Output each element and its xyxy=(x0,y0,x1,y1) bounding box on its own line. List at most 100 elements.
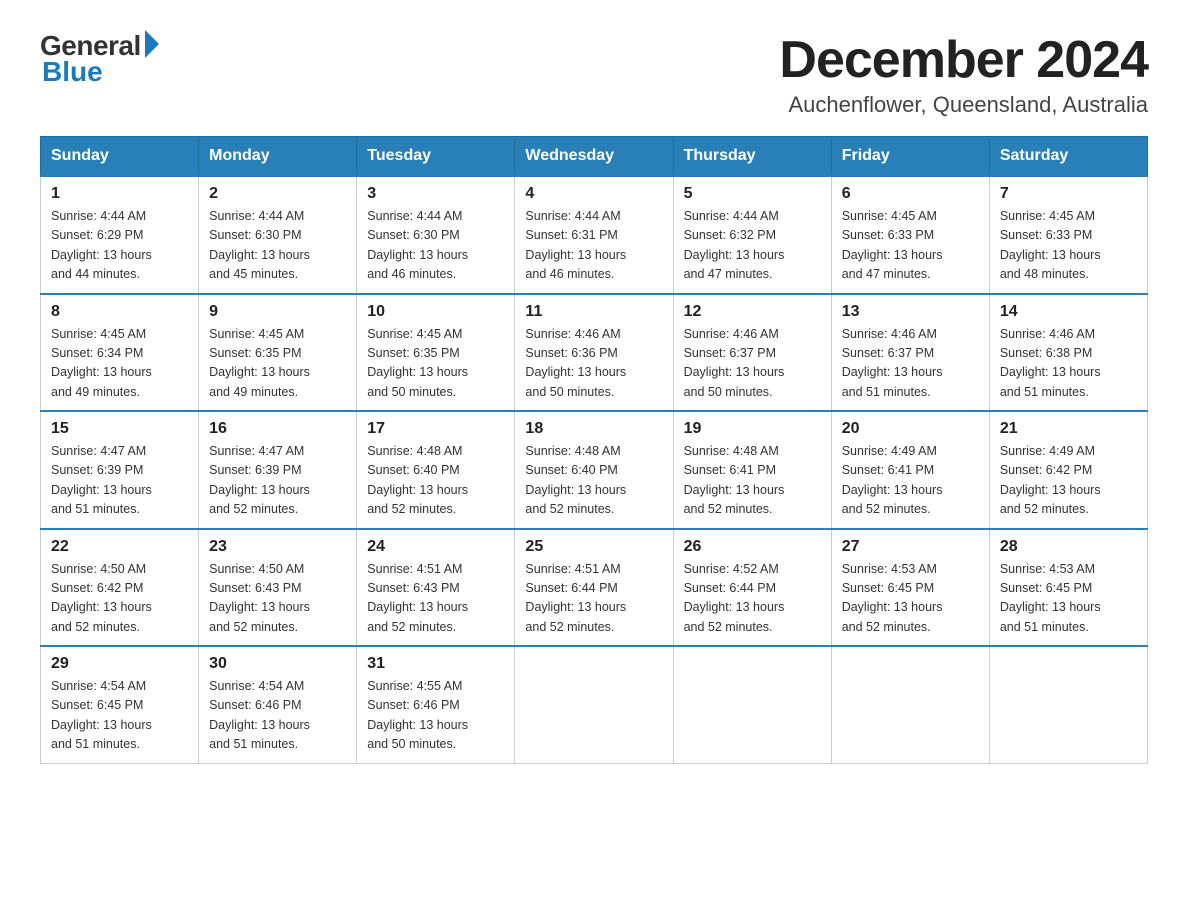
day-number: 16 xyxy=(209,420,346,438)
calendar-cell: 6Sunrise: 4:45 AMSunset: 6:33 PMDaylight… xyxy=(831,176,989,294)
day-info: Sunrise: 4:54 AMSunset: 6:45 PMDaylight:… xyxy=(51,677,188,755)
calendar-cell: 23 Sunrise: 4:50 AMSunset: 6:43 PMDayligh… xyxy=(199,529,357,647)
calendar-cell: 17Sunrise: 4:48 AMSunset: 6:40 PMDayligh… xyxy=(357,411,515,529)
day-info: Sunrise: 4:48 AMSunset: 6:41 PMDaylight:… xyxy=(684,442,821,520)
day-info: Sunrise: 4:48 AMSunset: 6:40 PMDaylight:… xyxy=(525,442,662,520)
day-number: 8 xyxy=(51,303,188,321)
day-info: Sunrise: 4:47 AMSunset: 6:39 PMDaylight:… xyxy=(209,442,346,520)
day-number: 13 xyxy=(842,303,979,321)
calendar-week-row: 15Sunrise: 4:47 AMSunset: 6:39 PMDayligh… xyxy=(41,411,1148,529)
calendar-cell: 29 Sunrise: 4:54 AMSunset: 6:45 PMDayligh… xyxy=(41,646,199,763)
calendar-cell: 8 Sunrise: 4:45 AMSunset: 6:34 PMDaylight… xyxy=(41,294,199,412)
day-number: 28 xyxy=(1000,538,1137,556)
day-info: Sunrise: 4:44 AMSunset: 6:31 PMDaylight:… xyxy=(525,207,662,285)
day-info: Sunrise: 4:49 AMSunset: 6:41 PMDaylight:… xyxy=(842,442,979,520)
day-info: Sunrise: 4:46 AMSunset: 6:37 PMDaylight:… xyxy=(684,325,821,403)
day-info: Sunrise: 4:44 AMSunset: 6:30 PMDaylight:… xyxy=(367,207,504,285)
day-number: 11 xyxy=(525,303,662,321)
calendar-cell: 22 Sunrise: 4:50 AMSunset: 6:42 PMDayligh… xyxy=(41,529,199,647)
day-info: Sunrise: 4:48 AMSunset: 6:40 PMDaylight:… xyxy=(367,442,504,520)
day-info: Sunrise: 4:46 AMSunset: 6:38 PMDaylight:… xyxy=(1000,325,1137,403)
calendar-cell: 11 Sunrise: 4:46 AMSunset: 6:36 PMDayligh… xyxy=(515,294,673,412)
day-number: 10 xyxy=(367,303,504,321)
calendar-cell: 2 Sunrise: 4:44 AMSunset: 6:30 PMDaylight… xyxy=(199,176,357,294)
calendar-cell: 10 Sunrise: 4:45 AMSunset: 6:35 PMDayligh… xyxy=(357,294,515,412)
day-number: 3 xyxy=(367,185,504,203)
calendar-cell: 15Sunrise: 4:47 AMSunset: 6:39 PMDayligh… xyxy=(41,411,199,529)
logo-blue-text: Blue xyxy=(42,56,103,88)
calendar-header-tuesday: Tuesday xyxy=(357,137,515,177)
day-info: Sunrise: 4:54 AMSunset: 6:46 PMDaylight:… xyxy=(209,677,346,755)
day-info: Sunrise: 4:46 AMSunset: 6:37 PMDaylight:… xyxy=(842,325,979,403)
day-number: 24 xyxy=(367,538,504,556)
day-info: Sunrise: 4:45 AMSunset: 6:35 PMDaylight:… xyxy=(209,325,346,403)
day-info: Sunrise: 4:44 AMSunset: 6:32 PMDaylight:… xyxy=(684,207,821,285)
page-header: General Blue December 2024 Auchenflower,… xyxy=(40,30,1148,118)
day-info: Sunrise: 4:50 AMSunset: 6:42 PMDaylight:… xyxy=(51,560,188,638)
calendar-cell: 26Sunrise: 4:52 AMSunset: 6:44 PMDayligh… xyxy=(673,529,831,647)
calendar-cell xyxy=(673,646,831,763)
day-number: 31 xyxy=(367,655,504,673)
calendar-header-saturday: Saturday xyxy=(989,137,1147,177)
day-info: Sunrise: 4:53 AMSunset: 6:45 PMDaylight:… xyxy=(1000,560,1137,638)
day-info: Sunrise: 4:45 AMSunset: 6:33 PMDaylight:… xyxy=(1000,207,1137,285)
day-info: Sunrise: 4:53 AMSunset: 6:45 PMDaylight:… xyxy=(842,560,979,638)
day-number: 9 xyxy=(209,303,346,321)
calendar-cell: 30 Sunrise: 4:54 AMSunset: 6:46 PMDayligh… xyxy=(199,646,357,763)
day-info: Sunrise: 4:44 AMSunset: 6:29 PMDaylight:… xyxy=(51,207,188,285)
calendar-cell: 13 Sunrise: 4:46 AMSunset: 6:37 PMDayligh… xyxy=(831,294,989,412)
calendar-cell: 21Sunrise: 4:49 AMSunset: 6:42 PMDayligh… xyxy=(989,411,1147,529)
calendar-cell: 28 Sunrise: 4:53 AMSunset: 6:45 PMDayligh… xyxy=(989,529,1147,647)
day-number: 4 xyxy=(525,185,662,203)
calendar-cell: 7 Sunrise: 4:45 AMSunset: 6:33 PMDaylight… xyxy=(989,176,1147,294)
day-number: 14 xyxy=(1000,303,1137,321)
logo: General Blue xyxy=(40,30,159,88)
day-number: 22 xyxy=(51,538,188,556)
day-number: 25 xyxy=(525,538,662,556)
day-info: Sunrise: 4:46 AMSunset: 6:36 PMDaylight:… xyxy=(525,325,662,403)
day-number: 5 xyxy=(684,185,821,203)
calendar-cell: 12Sunrise: 4:46 AMSunset: 6:37 PMDayligh… xyxy=(673,294,831,412)
day-info: Sunrise: 4:45 AMSunset: 6:33 PMDaylight:… xyxy=(842,207,979,285)
calendar-cell: 14 Sunrise: 4:46 AMSunset: 6:38 PMDayligh… xyxy=(989,294,1147,412)
day-number: 21 xyxy=(1000,420,1137,438)
calendar-table: SundayMondayTuesdayWednesdayThursdayFrid… xyxy=(40,136,1148,764)
calendar-cell xyxy=(989,646,1147,763)
calendar-cell: 16 Sunrise: 4:47 AMSunset: 6:39 PMDayligh… xyxy=(199,411,357,529)
calendar-week-row: 29 Sunrise: 4:54 AMSunset: 6:45 PMDayligh… xyxy=(41,646,1148,763)
day-number: 29 xyxy=(51,655,188,673)
day-info: Sunrise: 4:51 AMSunset: 6:43 PMDaylight:… xyxy=(367,560,504,638)
day-info: Sunrise: 4:45 AMSunset: 6:35 PMDaylight:… xyxy=(367,325,504,403)
day-info: Sunrise: 4:45 AMSunset: 6:34 PMDaylight:… xyxy=(51,325,188,403)
day-info: Sunrise: 4:47 AMSunset: 6:39 PMDaylight:… xyxy=(51,442,188,520)
day-number: 7 xyxy=(1000,185,1137,203)
page-subtitle: Auchenflower, Queensland, Australia xyxy=(779,92,1148,118)
day-number: 18 xyxy=(525,420,662,438)
calendar-cell: 19 Sunrise: 4:48 AMSunset: 6:41 PMDayligh… xyxy=(673,411,831,529)
calendar-header-monday: Monday xyxy=(199,137,357,177)
day-number: 26 xyxy=(684,538,821,556)
calendar-cell: 31Sunrise: 4:55 AMSunset: 6:46 PMDayligh… xyxy=(357,646,515,763)
calendar-cell: 18 Sunrise: 4:48 AMSunset: 6:40 PMDayligh… xyxy=(515,411,673,529)
calendar-cell: 20 Sunrise: 4:49 AMSunset: 6:41 PMDayligh… xyxy=(831,411,989,529)
title-block: December 2024 Auchenflower, Queensland, … xyxy=(779,30,1148,118)
day-number: 20 xyxy=(842,420,979,438)
day-info: Sunrise: 4:44 AMSunset: 6:30 PMDaylight:… xyxy=(209,207,346,285)
calendar-header-sunday: Sunday xyxy=(41,137,199,177)
calendar-cell: 24 Sunrise: 4:51 AMSunset: 6:43 PMDayligh… xyxy=(357,529,515,647)
calendar-cell xyxy=(831,646,989,763)
day-number: 19 xyxy=(684,420,821,438)
day-number: 30 xyxy=(209,655,346,673)
calendar-week-row: 8 Sunrise: 4:45 AMSunset: 6:34 PMDaylight… xyxy=(41,294,1148,412)
calendar-week-row: 22 Sunrise: 4:50 AMSunset: 6:42 PMDayligh… xyxy=(41,529,1148,647)
calendar-cell: 3 Sunrise: 4:44 AMSunset: 6:30 PMDaylight… xyxy=(357,176,515,294)
calendar-header-thursday: Thursday xyxy=(673,137,831,177)
calendar-header-friday: Friday xyxy=(831,137,989,177)
day-number: 27 xyxy=(842,538,979,556)
day-number: 1 xyxy=(51,185,188,203)
calendar-cell xyxy=(515,646,673,763)
day-info: Sunrise: 4:50 AMSunset: 6:43 PMDaylight:… xyxy=(209,560,346,638)
calendar-cell: 4 Sunrise: 4:44 AMSunset: 6:31 PMDaylight… xyxy=(515,176,673,294)
day-number: 23 xyxy=(209,538,346,556)
day-number: 2 xyxy=(209,185,346,203)
